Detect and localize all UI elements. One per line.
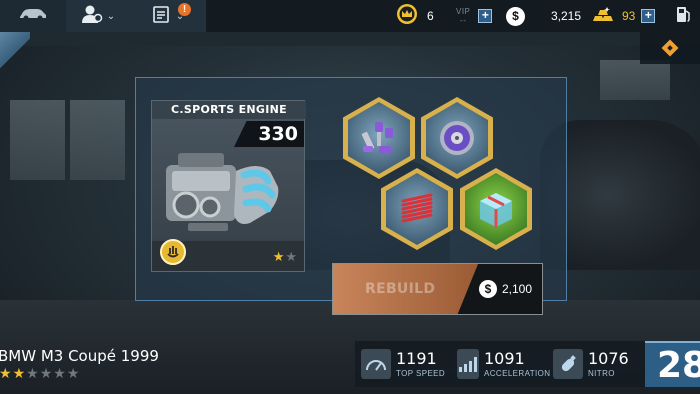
vip-add-button[interactable]: + <box>478 9 493 23</box>
rebuild-label-area: REBUILD <box>333 264 478 314</box>
acceleration-label: ACCELERATION <box>484 369 551 378</box>
gold-add-button[interactable]: + <box>641 9 656 23</box>
performance-rating: 289 <box>645 341 700 387</box>
tab-events[interactable]: ! ⌄ <box>130 0 206 32</box>
garage-window <box>70 100 125 180</box>
cash-counter: $ 3,215 <box>506 0 581 32</box>
top-speed-label: TOP SPEED <box>396 369 446 378</box>
part-stars: ★★ <box>273 249 298 265</box>
brand-badge-icon <box>160 239 186 265</box>
garage-window <box>10 100 65 180</box>
vip-label: VIP <box>456 7 471 16</box>
rebuild-button[interactable]: REBUILD $ 2,100 <box>332 263 543 315</box>
star-empty-icon: ★ <box>53 365 67 381</box>
car-stats: 1191 TOP SPEED 1091 ACCELERATION 1076 NI… <box>355 341 645 387</box>
map-marker-icon <box>661 39 679 57</box>
car-name: BMW M3 Coupé 1999 <box>0 347 159 365</box>
star-filled-icon: ★ <box>0 365 13 381</box>
user-settings-icon <box>81 4 103 29</box>
dollar-coin-icon: $ <box>506 6 525 26</box>
nitro-label: NITRO <box>588 369 615 378</box>
rebuild-price: $ 2,100 <box>479 264 532 314</box>
vip-value: -- <box>460 16 467 25</box>
star-filled-icon: ★ <box>12 365 27 381</box>
brake-disc-icon <box>426 102 488 174</box>
nitro-value: 1076 <box>588 349 629 368</box>
speedometer-icon <box>361 349 391 379</box>
rebuild-label: REBUILD <box>365 281 436 297</box>
fuel-pump-icon <box>676 5 692 28</box>
star-empty-icon: ★ <box>66 365 81 381</box>
map-button[interactable] <box>640 32 700 64</box>
bolts-icon <box>348 102 410 174</box>
star-empty-icon: ★ <box>26 365 40 381</box>
top-speed-value: 1191 <box>396 349 437 368</box>
acceleration-chart-icon <box>457 349 479 379</box>
mystery-box-icon <box>465 173 527 245</box>
crown-badge-icon <box>396 3 418 30</box>
fuel-button[interactable] <box>676 0 692 32</box>
star-empty-icon: ★ <box>285 249 298 264</box>
gold-bars-icon <box>592 6 614 27</box>
tab-profile[interactable]: ⌄ <box>66 0 130 32</box>
engine-icon <box>158 141 300 242</box>
car-icon <box>18 7 48 26</box>
stat-acceleration: 1091 ACCELERATION <box>451 349 551 379</box>
tab-garage[interactable] <box>0 0 66 32</box>
trophy-counter[interactable]: 6 <box>396 0 434 32</box>
chevron-down-icon: ⌄ <box>106 10 116 22</box>
rebuild-price-amount: 2,100 <box>502 282 533 296</box>
spring-icon <box>386 173 448 245</box>
gold-amount: 93 <box>622 9 636 23</box>
acceleration-value: 1091 <box>484 349 525 368</box>
garage-window <box>600 60 670 100</box>
vip-counter: VIP -- + <box>456 0 493 32</box>
car-stars: ★★★★★★ <box>0 365 80 382</box>
star-filled-icon: ★ <box>272 249 286 264</box>
cash-amount: 3,215 <box>551 9 582 23</box>
rating-value: 289 <box>657 345 700 386</box>
alert-badge: ! <box>178 3 191 16</box>
nitro-bottle-icon <box>553 349 583 379</box>
trophy-count: 6 <box>427 9 434 23</box>
side-menu-tab[interactable] <box>0 32 30 92</box>
nav-tabs: ⌄ ! ⌄ <box>0 0 206 32</box>
top-bar: ⌄ ! ⌄ 6 VIP -- + $ 3,215 93 + <box>0 0 700 32</box>
part-card[interactable]: C.SPORTS ENGINE 330 ★★ <box>151 100 306 272</box>
star-empty-icon: ★ <box>39 365 54 381</box>
checklist-icon <box>152 4 172 29</box>
part-title: C.SPORTS ENGINE <box>152 101 306 119</box>
stat-nitro: 1076 NITRO <box>547 349 643 379</box>
stat-top-speed: 1191 TOP SPEED <box>355 349 451 379</box>
ceiling-beam <box>0 32 700 46</box>
gold-counter: 93 + <box>592 0 656 32</box>
dollar-coin-icon: $ <box>479 280 497 298</box>
